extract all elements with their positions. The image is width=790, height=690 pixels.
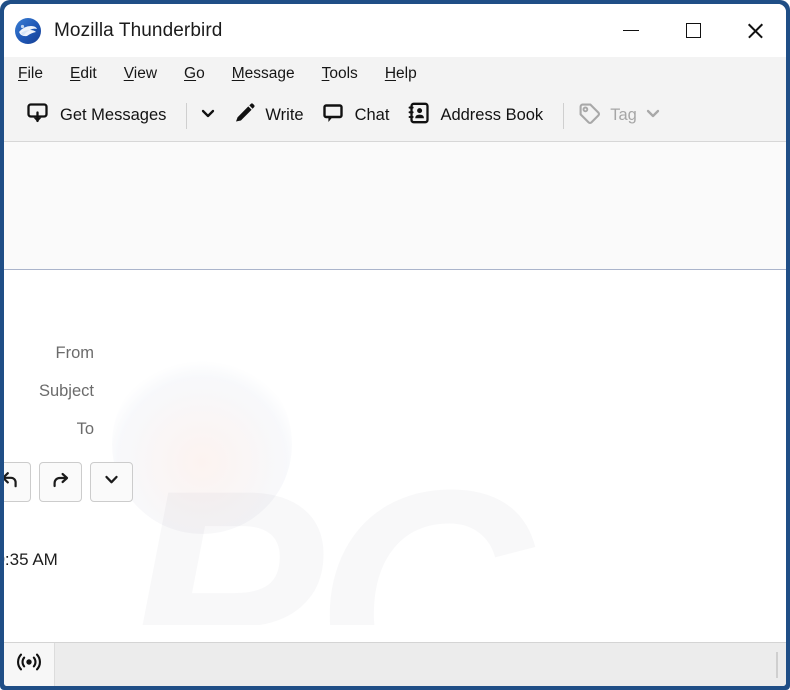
chevron-down-icon [200,105,216,126]
reply-arrow-icon [4,470,19,494]
window-controls [600,4,786,57]
write-button[interactable]: Write [227,97,309,135]
tag-button[interactable]: Tag [572,97,667,135]
chat-bubble-icon [322,101,346,130]
menu-item-message[interactable]: Message [232,65,295,83]
status-icon-button[interactable] [4,643,55,686]
address-book-button[interactable]: Address Book [401,97,549,135]
forward-button[interactable] [39,462,82,502]
title-bar: Mozilla Thunderbird [4,4,786,57]
message-time: 10:35 AM [4,550,58,569]
from-label: From [55,343,95,362]
get-messages-label: Get Messages [60,106,167,124]
window-inner: Mozilla Thunderbird File Edit View Go Me… [4,4,786,686]
get-messages-icon [26,101,51,131]
chevron-down-icon [103,471,120,493]
broadcast-signal-icon [16,649,42,680]
minimize-icon [623,29,639,32]
maximize-icon [685,23,701,38]
chat-button[interactable]: Chat [316,97,396,135]
menu-item-tools[interactable]: Tools [322,65,358,83]
forward-arrow-icon [51,470,70,494]
status-bar [4,642,786,686]
header-row-subject: Subject [4,372,786,410]
toolbar-divider-2 [563,102,565,129]
chat-label: Chat [354,106,390,124]
message-header: From Subject To:35 AM [4,142,786,569]
resize-grip[interactable] [776,651,778,678]
thunderbird-window: Mozilla Thunderbird File Edit View Go Me… [0,0,790,690]
tag-icon [578,102,601,130]
tag-label: Tag [610,106,637,124]
menu-item-go[interactable]: Go [184,65,205,83]
toolbar-divider-1 [186,102,188,129]
more-actions-button[interactable] [90,462,133,502]
header-row-to: To [4,410,786,448]
minimize-button[interactable] [600,4,662,57]
to-label: To [76,419,94,438]
main-toolbar: Get Messages Write Chat Address Book Tag [4,90,786,142]
get-messages-dropdown-button[interactable] [195,99,221,133]
pencil-icon [233,102,256,130]
menu-item-edit[interactable]: Edit [70,65,97,83]
message-header-actions [4,462,770,502]
header-row-from: From [4,334,786,372]
menu-item-file[interactable]: File [18,65,43,83]
menu-item-view[interactable]: View [124,65,157,83]
thunderbird-logo-icon [14,17,42,45]
menu-item-help[interactable]: Help [385,65,417,83]
tag-dropdown-chevron-down-icon[interactable] [645,105,661,126]
write-label: Write [265,106,304,124]
close-icon [746,22,764,40]
close-button[interactable] [724,4,786,57]
subject-label: Subject [38,381,94,400]
menu-bar: File Edit View Go Message Tools Help [4,57,786,90]
window-title: Mozilla Thunderbird [54,19,223,41]
reply-button[interactable] [4,462,31,502]
watermark-pc: PC [123,427,532,625]
address-book-icon [407,101,431,130]
address-book-label: Address Book [440,106,544,124]
get-messages-button[interactable]: Get Messages [20,97,172,135]
maximize-button[interactable] [662,4,724,57]
